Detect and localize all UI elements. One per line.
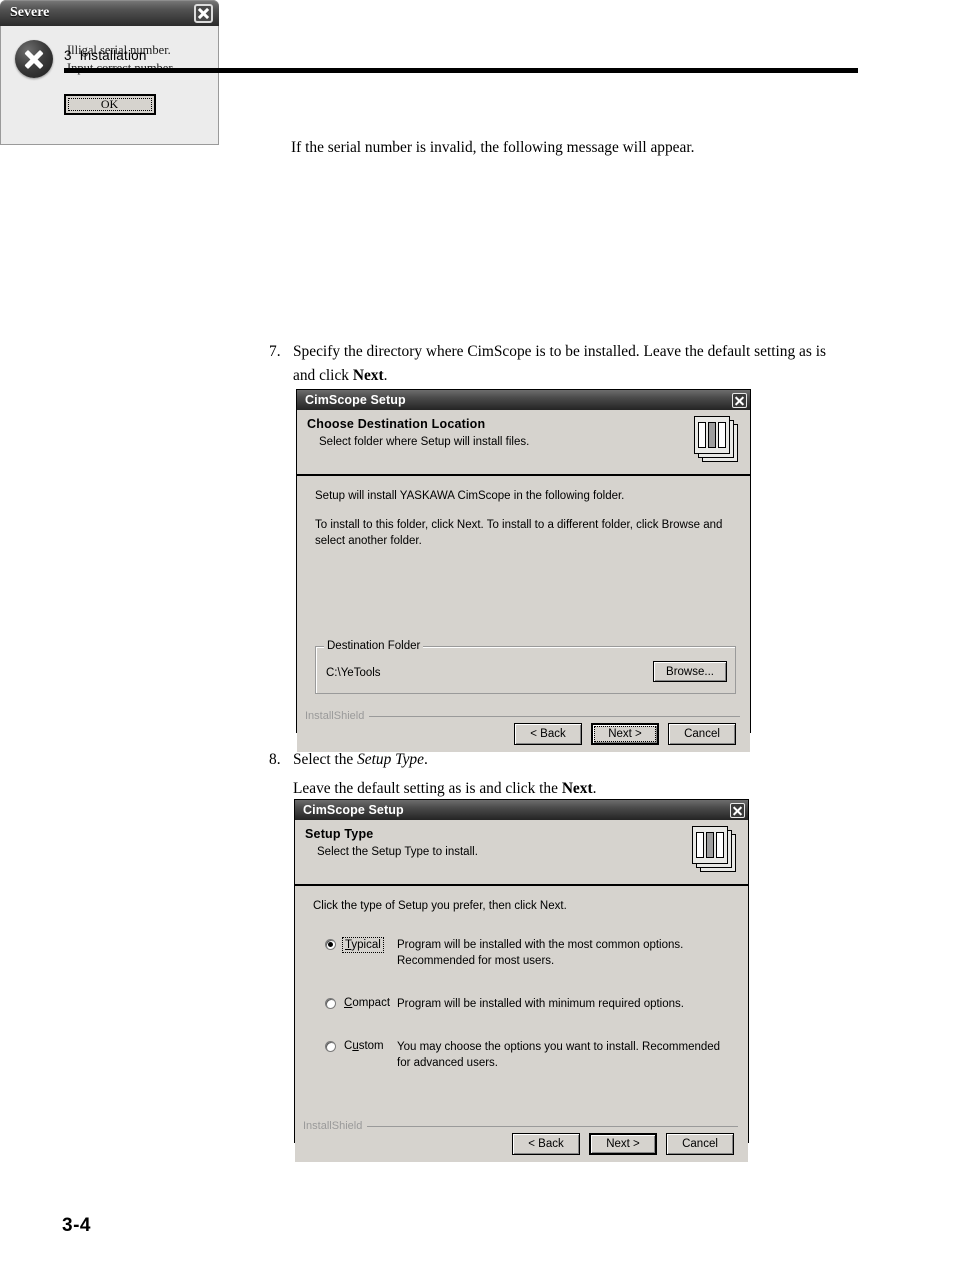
- setup-type-dialog: CimScope Setup Setup Type Select the Set…: [294, 799, 749, 1162]
- page-number: 3-4: [62, 1215, 91, 1236]
- setup-type-option-compact[interactable]: Compact Program will be installed with m…: [313, 996, 734, 1013]
- step-7-bold-word: Next: [352, 366, 384, 384]
- step-7-text: Specify the directory where CimScope is …: [293, 340, 844, 388]
- step-8-line2-part2: .: [592, 779, 597, 797]
- radio-typical-rest: ypical: [351, 938, 381, 951]
- setup-type-option-typical[interactable]: Typical Program will be installed with t…: [313, 936, 734, 970]
- step-8-line1-part1: Select the: [293, 751, 358, 768]
- step-7-number: 7.: [269, 343, 281, 360]
- radio-custom-rest: stom: [358, 1039, 384, 1052]
- back-button-label: < Back: [528, 1138, 564, 1150]
- close-icon[interactable]: [730, 802, 745, 818]
- intro-paragraph: If the serial number is invalid, the fol…: [291, 139, 695, 156]
- cancel-button-label: Cancel: [682, 1138, 718, 1150]
- back-button-label: < Back: [530, 728, 566, 740]
- setup-type-dialog-buttons: < Back Next > Cancel: [504, 1133, 734, 1155]
- radio-compact-description: Program will be installed with minimum r…: [397, 998, 684, 1011]
- setup-type-header-title: Setup Type: [305, 827, 374, 841]
- step-8-line-2: Leave the default setting as is and clic…: [293, 777, 844, 801]
- radio-typical-description: Program will be installed with the most …: [397, 938, 684, 968]
- step-8-text: Select the Setup Type. Leave the default…: [293, 748, 844, 801]
- ok-button[interactable]: OK: [63, 94, 156, 115]
- destination-dialog-body: Setup will install YASKAWA CimScope in t…: [297, 476, 750, 702]
- setup-type-dialog-title: CimScope Setup: [303, 803, 404, 817]
- destination-dialog-title: CimScope Setup: [305, 393, 406, 407]
- close-icon[interactable]: [732, 392, 747, 408]
- radio-typical-label: Typical: [342, 936, 384, 953]
- installshield-label: InstallShield: [303, 1120, 363, 1132]
- destination-body-para-1: Setup will install YASKAWA CimScope in t…: [315, 490, 625, 502]
- browse-button[interactable]: Browse...: [653, 661, 727, 682]
- installshield-pages-icon: [692, 826, 738, 873]
- error-x-icon: [15, 40, 53, 78]
- step-8-line1-part2: .: [423, 751, 428, 768]
- setup-type-option-custom[interactable]: Custom You may choose the options you wa…: [313, 1039, 734, 1072]
- radio-typical-icon[interactable]: [325, 938, 336, 950]
- browse-button-label: Browse...: [666, 665, 714, 678]
- page-header: 3 Installation: [64, 48, 858, 73]
- cancel-button[interactable]: Cancel: [668, 723, 736, 745]
- back-button[interactable]: < Back: [512, 1133, 580, 1155]
- header-chapter-number: 3: [64, 48, 72, 63]
- header-rule: [64, 68, 858, 73]
- step-8-line2-bold: Next: [561, 779, 593, 797]
- step-8-line1-italic: Setup Type: [357, 751, 424, 768]
- choose-destination-dialog: CimScope Setup Choose Destination Locati…: [296, 389, 751, 752]
- destination-header-subtitle: Select folder where Setup will install f…: [319, 436, 530, 448]
- severe-dialog-body: Illigal serial number. Input correct num…: [0, 26, 219, 145]
- installshield-pages-icon: [694, 416, 740, 463]
- setup-type-dialog-footer: InstallShield < Back Next > Cancel: [295, 1112, 748, 1162]
- severe-dialog-titlebar: Severe: [0, 0, 219, 26]
- footer-divider: [369, 715, 740, 717]
- destination-dialog-buttons: < Back Next > Cancel: [506, 723, 736, 745]
- next-button[interactable]: Next >: [589, 1133, 657, 1155]
- next-button[interactable]: Next >: [591, 723, 659, 745]
- setup-type-dialog-header: Setup Type Select the Setup Type to inst…: [295, 820, 748, 886]
- radio-compact-icon[interactable]: [325, 998, 336, 1010]
- destination-dialog-titlebar: CimScope Setup: [297, 390, 750, 410]
- radio-custom-icon[interactable]: [325, 1040, 336, 1052]
- destination-folder-group-title: Destination Folder: [324, 640, 424, 652]
- installshield-label: InstallShield: [305, 710, 365, 722]
- destination-header-title: Choose Destination Location: [307, 417, 486, 431]
- step-8-number: 8.: [269, 751, 281, 768]
- radio-compact-rest: ompact: [352, 997, 391, 1010]
- close-icon[interactable]: [194, 3, 213, 23]
- page-header-text: 3 Installation: [64, 48, 858, 63]
- setup-type-header-subtitle: Select the Setup Type to install.: [317, 846, 478, 858]
- ok-button-label: OK: [67, 97, 152, 111]
- severe-dialog-title: Severe: [10, 5, 50, 20]
- destination-body-para-2: To install to this folder, click Next. T…: [315, 518, 723, 548]
- cancel-button[interactable]: Cancel: [666, 1133, 734, 1155]
- radio-custom-label: Custom: [342, 1039, 386, 1053]
- radio-custom-description: You may choose the options you want to i…: [397, 1040, 721, 1070]
- setup-type-dialog-titlebar: CimScope Setup: [295, 800, 748, 820]
- footer-divider: [367, 1125, 738, 1127]
- step-7: 7. Specify the directory where CimScope …: [269, 340, 844, 388]
- destination-dialog-header: Choose Destination Location Select folde…: [297, 410, 750, 476]
- destination-folder-group: Destination Folder C:\YeTools Browse...: [315, 640, 736, 694]
- destination-path-value: C:\YeTools: [326, 667, 381, 679]
- cancel-button-label: Cancel: [684, 728, 720, 740]
- step-8: 8. Select the Setup Type. Leave the defa…: [269, 748, 844, 801]
- step-7-text-part2: .: [383, 366, 388, 384]
- header-chapter-title: Installation: [79, 48, 147, 63]
- setup-type-body-intro: Click the type of Setup you prefer, then…: [313, 900, 567, 912]
- step-8-line2-part1: Leave the default setting as is and clic…: [293, 779, 562, 797]
- step-8-line-1: Select the Setup Type.: [293, 751, 428, 768]
- next-button-label: Next >: [594, 726, 656, 742]
- next-button-label: Next >: [606, 1138, 640, 1150]
- destination-dialog-footer: InstallShield < Back Next > Cancel: [297, 702, 750, 752]
- radio-compact-label: Compact: [342, 996, 392, 1010]
- back-button[interactable]: < Back: [514, 723, 582, 745]
- setup-type-dialog-body: Click the type of Setup you prefer, then…: [295, 886, 748, 1112]
